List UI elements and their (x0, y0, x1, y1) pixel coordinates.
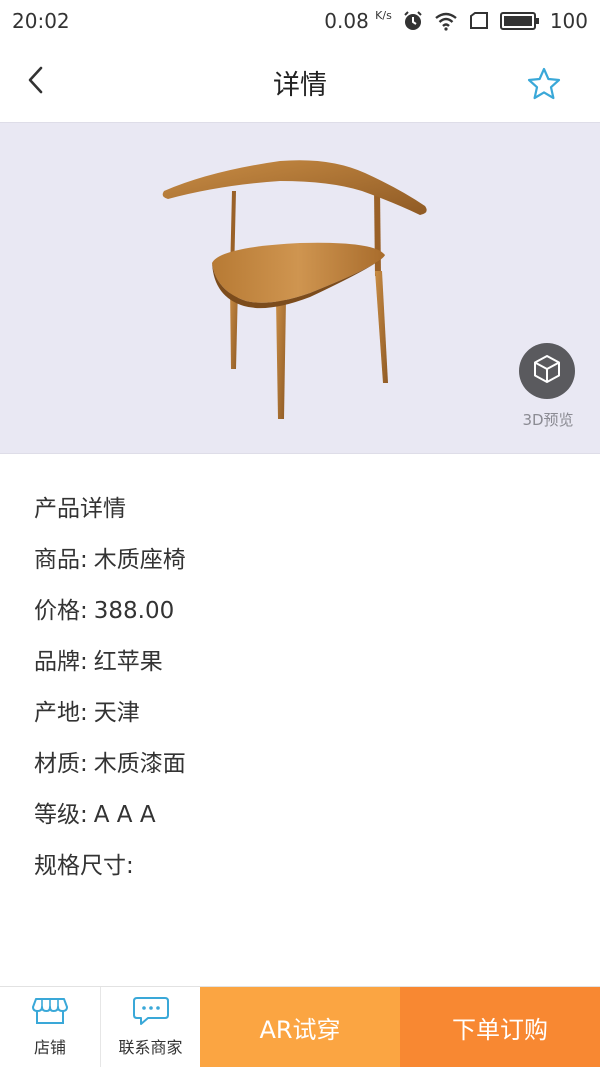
chat-bubble-icon (132, 996, 170, 1030)
section-title: 产品详情 (34, 496, 126, 522)
place-order-button[interactable]: 下单订购 (400, 987, 600, 1067)
chair-image (162, 160, 427, 419)
detail-row-material: 材质: 木质漆面 (34, 739, 574, 790)
store-icon (31, 996, 69, 1030)
cube-icon (531, 353, 563, 389)
status-time: 20:02 (12, 9, 70, 33)
detail-row-brand: 品牌: 红苹果 (34, 637, 574, 688)
chevron-left-icon (26, 65, 46, 99)
3d-preview-label: 3D预览 (522, 411, 574, 429)
favorite-button[interactable] (526, 66, 562, 102)
detail-value: 木质漆面 (93, 751, 186, 777)
shop-label: 店铺 (33, 1038, 66, 1057)
network-speed: 0.08 K/s (324, 9, 392, 33)
contact-seller-tab[interactable]: 联系商家 (100, 987, 200, 1067)
ar-try-button[interactable]: AR试穿 (200, 987, 400, 1067)
shop-tab[interactable]: 店铺 (0, 987, 100, 1067)
detail-row-product: 商品: 木质座椅 (34, 535, 574, 586)
detail-value: 天津 (93, 700, 140, 726)
nav-bar: 详情 (0, 42, 600, 122)
detail-key: 材质: (34, 751, 88, 777)
3d-preview-button[interactable] (519, 343, 575, 399)
star-outline-icon (526, 67, 562, 106)
detail-row-grade: 等级: A A A (34, 790, 574, 841)
contact-seller-label: 联系商家 (118, 1038, 183, 1057)
status-indicators: 0.08 K/s 100 (324, 9, 588, 33)
detail-key: 商品: (34, 547, 88, 573)
battery-level: 100 (549, 9, 588, 33)
detail-value: 388.00 (93, 598, 175, 624)
product-3d-preview[interactable]: 3D预览 (0, 122, 600, 454)
detail-row-price: 价格: 388.00 (34, 586, 574, 637)
bottom-action-bar: 店铺 联系商家 AR试穿 下单订购 (0, 986, 600, 1067)
detail-key: 规格尺寸: (34, 853, 134, 879)
wifi-icon (434, 11, 458, 31)
network-speed-unit: K/s (375, 9, 392, 22)
detail-value: A A A (93, 802, 156, 828)
detail-value: 红苹果 (93, 649, 163, 675)
product-details: 产品详情 商品: 木质座椅 价格: 388.00 品牌: 红苹果 产地: 天津 材质: 木… (34, 484, 574, 892)
detail-key: 等级: (34, 802, 88, 828)
detail-row-origin: 产地: 天津 (34, 688, 574, 739)
battery-icon (499, 11, 540, 31)
status-bar: 20:02 0.08 K/s 100 (0, 0, 600, 42)
detail-row-size: 规格尺寸: (34, 841, 574, 892)
network-speed-value: 0.08 (324, 9, 369, 33)
sim-icon (468, 11, 490, 31)
page-title: 详情 (273, 69, 327, 101)
detail-value: 木质座椅 (93, 547, 186, 573)
back-button[interactable] (18, 64, 54, 100)
detail-key: 产地: (34, 700, 88, 726)
detail-key: 品牌: (34, 649, 88, 675)
alarm-icon (402, 10, 424, 32)
detail-key: 价格: (34, 598, 88, 624)
